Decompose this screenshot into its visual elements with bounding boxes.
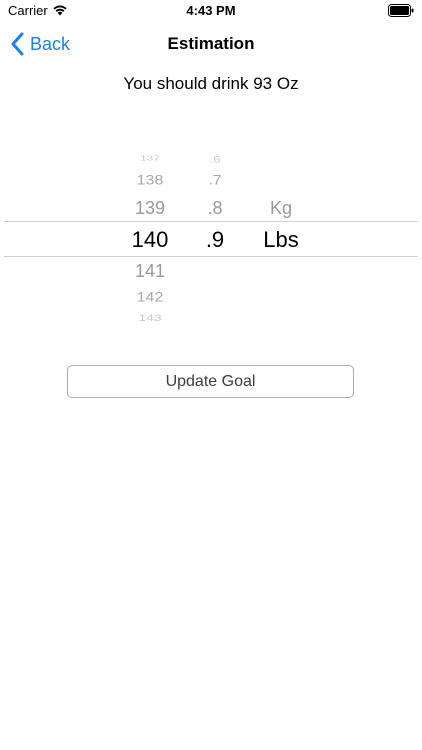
- picker-number-item[interactable]: 137: [115, 154, 185, 162]
- picker-number-item[interactable]: 139: [115, 198, 185, 219]
- status-bar: Carrier 4:43 PM: [0, 0, 422, 22]
- weight-picker[interactable]: 137 138 139 140 141 142 143 .6 .7 .8 .9 …: [0, 148, 422, 334]
- picker-unit-column[interactable]: Kg Lbs: [246, 148, 316, 334]
- battery-icon: [388, 4, 414, 17]
- picker-decimal-item[interactable]: .7: [190, 173, 240, 188]
- picker-decimal-item[interactable]: .6: [190, 154, 240, 164]
- picker-number-item[interactable]: 142: [115, 290, 185, 305]
- picker-number-selected[interactable]: 140: [115, 227, 185, 253]
- picker-unit-item[interactable]: Kg: [246, 198, 316, 219]
- picker-decimal-column[interactable]: .6 .7 .8 .9: [190, 148, 240, 334]
- picker-number-item[interactable]: 143: [115, 313, 185, 323]
- page-title: Estimation: [167, 34, 255, 53]
- picker-number-column[interactable]: 137 138 139 140 141 142 143: [115, 148, 185, 334]
- picker-decimal-selected[interactable]: .9: [190, 227, 240, 253]
- update-goal-button[interactable]: Update Goal: [67, 365, 354, 398]
- picker-decimal-item[interactable]: .8: [190, 198, 240, 219]
- picker-number-item[interactable]: 141: [115, 261, 185, 282]
- picker-number-item[interactable]: 138: [115, 173, 185, 188]
- picker-unit-selected[interactable]: Lbs: [246, 227, 316, 253]
- navigation-bar: Back Estimation: [0, 22, 422, 66]
- status-time: 4:43 PM: [186, 3, 236, 18]
- drink-estimate-message: You should drink 93 Oz: [123, 74, 299, 93]
